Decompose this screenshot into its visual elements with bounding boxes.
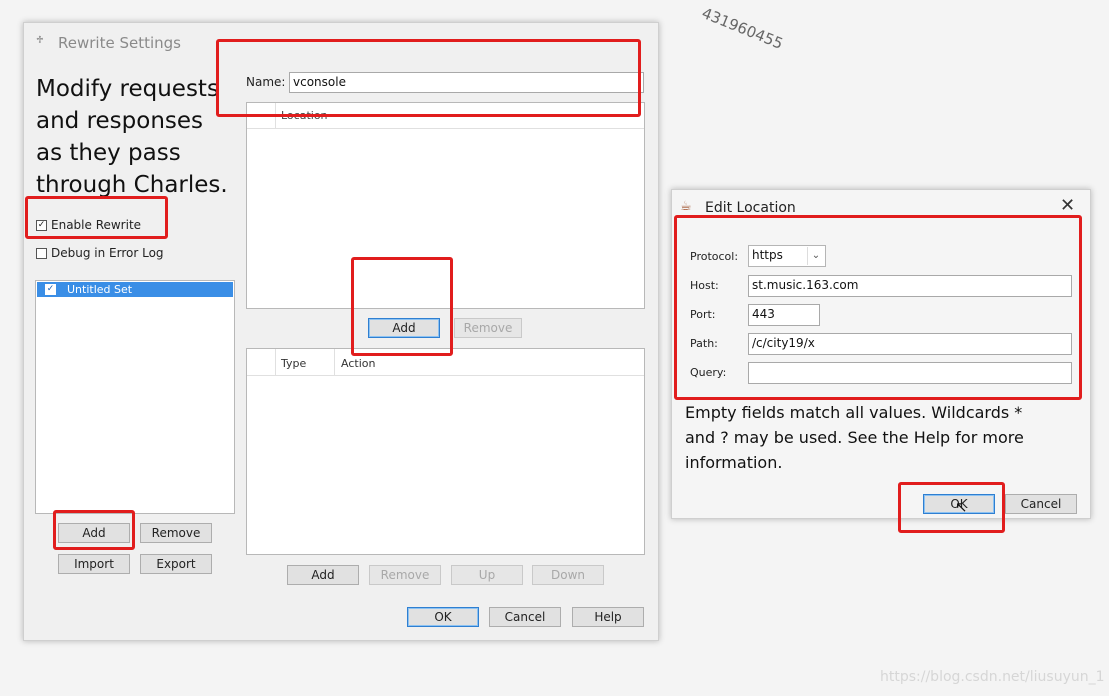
import-button[interactable]: Import [58, 554, 130, 574]
help-text: Empty fields match all values. Wildcards… [685, 400, 1024, 475]
rules-table[interactable]: Type Action [246, 348, 645, 555]
column-divider [275, 349, 276, 375]
mouse-cursor-icon: ↖ [955, 498, 968, 516]
debug-error-log-label: Debug in Error Log [51, 246, 164, 260]
intro-line: and responses [36, 108, 204, 134]
checkbox-checked-icon[interactable]: ✓ [45, 284, 56, 295]
list-item[interactable]: ✓ Untitled Set [37, 282, 233, 297]
intro-text: Modify requests and responses as they pa… [36, 73, 228, 201]
protocol-select[interactable]: https ⌄ [748, 245, 826, 267]
chevron-down-icon: ⌄ [807, 247, 824, 265]
path-input[interactable]: /c/city19/x [748, 333, 1072, 355]
location-column-header[interactable]: Location [281, 109, 328, 122]
edit-location-dialog: ☕ Edit Location ✕ Protocol: https ⌄ Host… [671, 189, 1091, 519]
table-header-row: Type Action [247, 349, 644, 376]
name-input[interactable]: vconsole [289, 72, 644, 93]
debug-error-log-checkbox[interactable]: Debug in Error Log [36, 246, 186, 262]
help-text-line: and ? may be used. See the Help for more [685, 428, 1024, 447]
protocol-value: https [752, 248, 783, 262]
path-label: Path: [690, 337, 718, 350]
column-divider [334, 349, 335, 375]
move-down-button[interactable]: Down [532, 565, 604, 585]
checkbox-unchecked-icon [36, 248, 47, 259]
charles-app-icon: ♱ [36, 35, 44, 46]
watermark-text: 431960455 [699, 4, 786, 53]
cancel-button[interactable]: Cancel [1005, 494, 1077, 514]
rewrite-settings-dialog: ♱ Rewrite Settings Modify requests and r… [23, 22, 659, 641]
move-up-button[interactable]: Up [451, 565, 523, 585]
dialog-title: Edit Location [705, 200, 796, 216]
query-label: Query: [690, 366, 727, 379]
action-column-header[interactable]: Action [341, 357, 375, 370]
add-set-button[interactable]: Add [58, 523, 130, 543]
name-label: Name: [246, 75, 286, 89]
watermark-text: https://blog.csdn.net/liusuyun_1 [880, 669, 1105, 685]
location-table[interactable]: Location [246, 102, 645, 309]
column-divider [275, 103, 276, 128]
enable-rewrite-checkbox[interactable]: ✓ Enable Rewrite [36, 218, 166, 234]
intro-line: as they pass [36, 140, 181, 166]
dialog-title: Rewrite Settings [58, 34, 181, 52]
table-header-row: Location [247, 103, 644, 129]
remove-location-button[interactable]: Remove [454, 318, 522, 338]
help-button[interactable]: Help [572, 607, 644, 627]
ok-button[interactable]: OK [407, 607, 479, 627]
set-name-label: Untitled Set [67, 283, 133, 296]
host-input[interactable]: st.music.163.com [748, 275, 1072, 297]
help-text-line: Empty fields match all values. Wildcards… [685, 403, 1023, 422]
rewrite-sets-list[interactable]: ✓ Untitled Set [35, 280, 235, 514]
help-text-line: information. [685, 453, 783, 472]
add-location-button[interactable]: Add [368, 318, 440, 338]
cancel-button[interactable]: Cancel [489, 607, 561, 627]
intro-line: through Charles. [36, 172, 228, 198]
port-label: Port: [690, 308, 716, 321]
export-button[interactable]: Export [140, 554, 212, 574]
host-label: Host: [690, 279, 719, 292]
remove-set-button[interactable]: Remove [140, 523, 212, 543]
type-column-header[interactable]: Type [281, 357, 306, 370]
checkbox-checked-icon: ✓ [36, 220, 47, 231]
protocol-label: Protocol: [690, 250, 739, 263]
enable-rewrite-label: Enable Rewrite [51, 218, 142, 232]
add-rule-button[interactable]: Add [287, 565, 359, 585]
java-app-icon: ☕ [680, 199, 692, 214]
port-input[interactable]: 443 [748, 304, 820, 326]
remove-rule-button[interactable]: Remove [369, 565, 441, 585]
close-icon[interactable]: ✕ [1060, 196, 1075, 216]
query-input[interactable] [748, 362, 1072, 384]
intro-line: Modify requests [36, 76, 219, 102]
